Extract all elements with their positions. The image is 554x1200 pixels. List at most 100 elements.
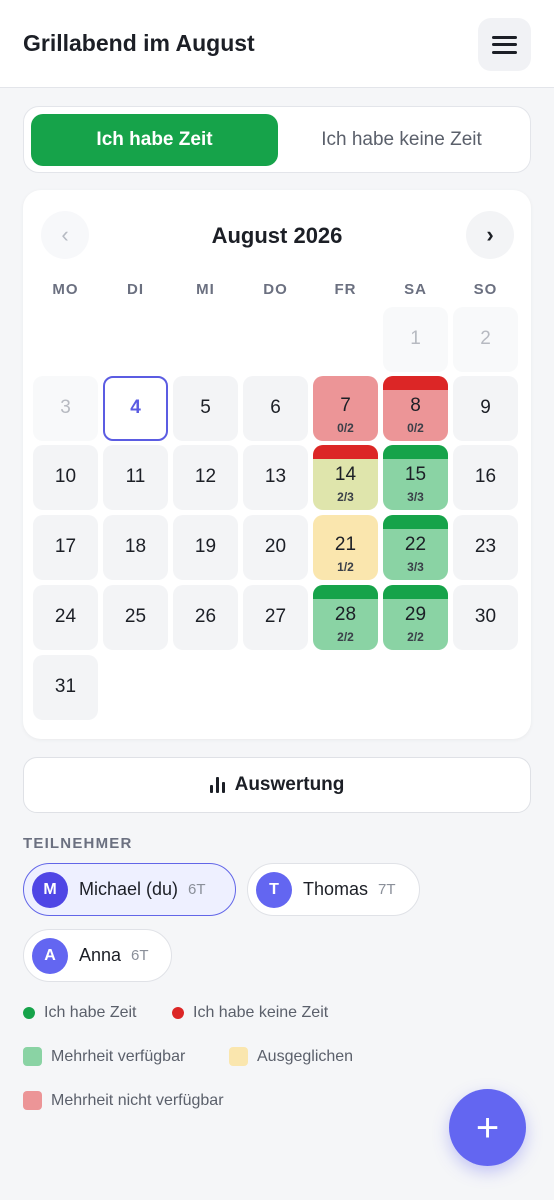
weekday-label: DI (127, 281, 144, 298)
day-number: 14 (334, 464, 357, 485)
day-number: 12 (194, 466, 217, 487)
add-button[interactable]: + (449, 1089, 526, 1166)
calendar-day[interactable]: 10 (33, 445, 98, 510)
calendar-day[interactable]: 13 (243, 445, 308, 510)
day-number: 9 (480, 397, 491, 418)
weekday-label: SO (473, 281, 498, 298)
calendar-day[interactable]: 6 (243, 376, 308, 441)
calendar-day[interactable]: 31 (33, 655, 98, 720)
day-availability-count: 2/2 (407, 630, 424, 644)
day-number: 25 (124, 606, 147, 627)
plus-icon: + (475, 1105, 500, 1150)
calendar-day[interactable]: 28 2/2 (313, 585, 378, 650)
calendar-day[interactable]: 20 (243, 515, 308, 580)
legend-majority-unavailable: Mehrheit nicht verfügbar (23, 1091, 224, 1110)
calendar-day[interactable]: 24 (33, 585, 98, 650)
calendar-day[interactable]: 15 3/3 (383, 445, 448, 510)
calendar-day[interactable]: 11 (103, 445, 168, 510)
calendar-day[interactable]: 27 (243, 585, 308, 650)
day-number: 28 (334, 604, 357, 625)
day-number: 5 (200, 397, 211, 418)
participants-heading: TEILNEHMER (23, 835, 133, 852)
legend-majority-available: Mehrheit verfügbar (23, 1047, 185, 1066)
day-number: 7 (340, 395, 351, 416)
calendar-day[interactable]: 21 1/2 (313, 515, 378, 580)
weekday-label: MO (52, 281, 79, 298)
participant-chip-thomas[interactable]: T Thomas 7T (247, 863, 420, 916)
legend-unavailable: Ich habe keine Zeit (172, 1004, 328, 1022)
toggle-unavailable-button[interactable]: Ich habe keine Zeit (278, 114, 525, 166)
day-number: 20 (264, 536, 287, 557)
weekday-label: MI (196, 281, 215, 298)
day-number: 31 (54, 676, 77, 697)
next-month-button[interactable]: › (466, 211, 514, 259)
participant-day-count: 7T (378, 881, 396, 898)
green-swatch-icon (23, 1047, 42, 1066)
calendar-day[interactable]: 29 2/2 (383, 585, 448, 650)
day-status-bar (383, 376, 448, 390)
calendar-day[interactable]: 18 (103, 515, 168, 580)
day-number: 4 (130, 397, 141, 418)
legend-balanced: Ausgeglichen (229, 1047, 353, 1066)
calendar-day[interactable]: 9 (453, 376, 518, 441)
bar-chart-icon (209, 777, 225, 793)
calendar-day[interactable]: 5 (173, 376, 238, 441)
calendar-day[interactable]: 22 3/3 (383, 515, 448, 580)
day-number: 6 (270, 397, 281, 418)
weekday-label: FR (334, 281, 357, 298)
calendar-day[interactable]: 12 (173, 445, 238, 510)
calendar-card: ‹ August 2026 › MO DI MI DO FR SA SO 1 2 3 4 5 6 7 0/… (23, 190, 531, 739)
calendar-day[interactable]: 16 (453, 445, 518, 510)
legend-label: Mehrheit nicht verfügbar (51, 1091, 224, 1109)
yellow-swatch-icon (229, 1047, 248, 1066)
legend-available: Ich habe Zeit (23, 1004, 137, 1022)
day-status-bar (383, 585, 448, 599)
evaluation-button[interactable]: Auswertung (23, 757, 531, 813)
page-title: Grillabend im August (23, 30, 255, 56)
red-swatch-icon (23, 1091, 42, 1110)
calendar-day[interactable]: 1 (383, 307, 448, 372)
day-number: 16 (474, 466, 497, 487)
day-number: 22 (404, 534, 427, 555)
participant-chip-anna[interactable]: A Anna 6T (23, 929, 172, 982)
day-number: 26 (194, 606, 217, 627)
participant-chip-michael[interactable]: M Michael (du) 6T (23, 863, 236, 916)
participant-name: Michael (du) (79, 879, 179, 899)
calendar-day[interactable]: 3 (33, 376, 98, 441)
weekday-label: SA (404, 281, 427, 298)
menu-button[interactable] (478, 18, 531, 71)
day-availability-count: 2/3 (337, 490, 354, 504)
day-number: 30 (474, 606, 497, 627)
day-status-bar (383, 445, 448, 459)
calendar-day[interactable]: 17 (33, 515, 98, 580)
day-availability-count: 2/2 (337, 630, 354, 644)
top-bar: Grillabend im August (0, 0, 554, 88)
calendar-day[interactable]: 30 (453, 585, 518, 650)
calendar-day[interactable]: 2 (453, 307, 518, 372)
day-status-bar (313, 585, 378, 599)
legend-label: Mehrheit verfügbar (51, 1047, 186, 1065)
avatar: T (256, 871, 292, 908)
calendar-day[interactable]: 14 2/3 (313, 445, 378, 510)
calendar-day[interactable]: 4 (103, 376, 168, 441)
day-number: 19 (194, 536, 217, 557)
day-number: 21 (334, 534, 357, 555)
calendar-day[interactable]: 7 0/2 (313, 376, 378, 441)
toggle-available-button[interactable]: Ich habe Zeit (31, 114, 278, 166)
day-availability-count: 3/3 (407, 490, 424, 504)
availability-toggle: Ich habe Zeit Ich habe keine Zeit (23, 106, 531, 173)
day-number: 17 (54, 536, 77, 557)
chevron-right-icon: › (486, 222, 494, 247)
participant-day-count: 6T (131, 947, 149, 964)
calendar-day[interactable]: 23 (453, 515, 518, 580)
avatar: M (32, 871, 68, 908)
calendar-day[interactable]: 26 (173, 585, 238, 650)
calendar-day[interactable]: 19 (173, 515, 238, 580)
calendar-day[interactable]: 8 0/2 (383, 376, 448, 441)
day-number: 29 (404, 604, 427, 625)
hamburger-menu-icon (492, 35, 517, 54)
day-number: 8 (410, 395, 421, 416)
month-label: August 2026 (211, 223, 343, 248)
day-number: 3 (60, 397, 71, 418)
calendar-day[interactable]: 25 (103, 585, 168, 650)
